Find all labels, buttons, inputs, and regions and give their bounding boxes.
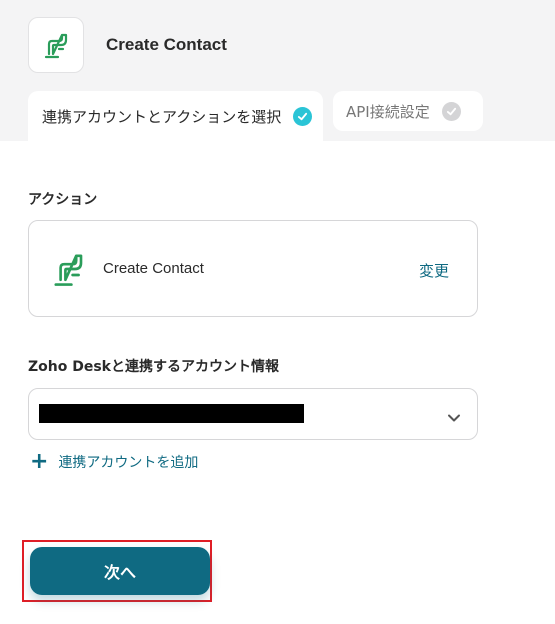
zoho-desk-icon bbox=[51, 249, 87, 293]
action-card: Create Contact 変更 bbox=[28, 220, 478, 317]
check-icon bbox=[441, 101, 461, 121]
tab-api-settings[interactable]: API接続設定 bbox=[333, 91, 483, 131]
action-section-label: アクション bbox=[28, 192, 98, 208]
add-account-label: 連携アカウントを追加 bbox=[58, 455, 199, 471]
next-button-highlight: 次へ bbox=[22, 540, 212, 602]
tab-label: 連携アカウントとアクションを選択 bbox=[42, 107, 282, 126]
account-section-label: Zoho Deskと連携するアカウント情報 bbox=[28, 359, 279, 375]
redacted-account-value bbox=[39, 404, 304, 423]
check-icon bbox=[293, 106, 313, 126]
next-button[interactable]: 次へ bbox=[30, 547, 210, 595]
zoho-desk-app-icon bbox=[28, 17, 84, 73]
page-title: Create Contact bbox=[106, 35, 227, 54]
tab-label: API接続設定 bbox=[346, 102, 430, 121]
tab-account-action[interactable]: 連携アカウントとアクションを選択 bbox=[28, 91, 323, 141]
account-select[interactable] bbox=[28, 388, 478, 440]
add-account-link[interactable]: + 連携アカウントを追加 bbox=[30, 451, 198, 473]
zoho-desk-icon bbox=[44, 33, 68, 59]
header-area: Create Contact 連携アカウントとアクションを選択 API接続設定 bbox=[0, 0, 555, 141]
change-action-button[interactable]: 変更 bbox=[419, 260, 449, 281]
action-name: Create Contact bbox=[103, 260, 204, 277]
chevron-down-icon bbox=[447, 408, 461, 427]
plus-icon: + bbox=[30, 449, 49, 474]
